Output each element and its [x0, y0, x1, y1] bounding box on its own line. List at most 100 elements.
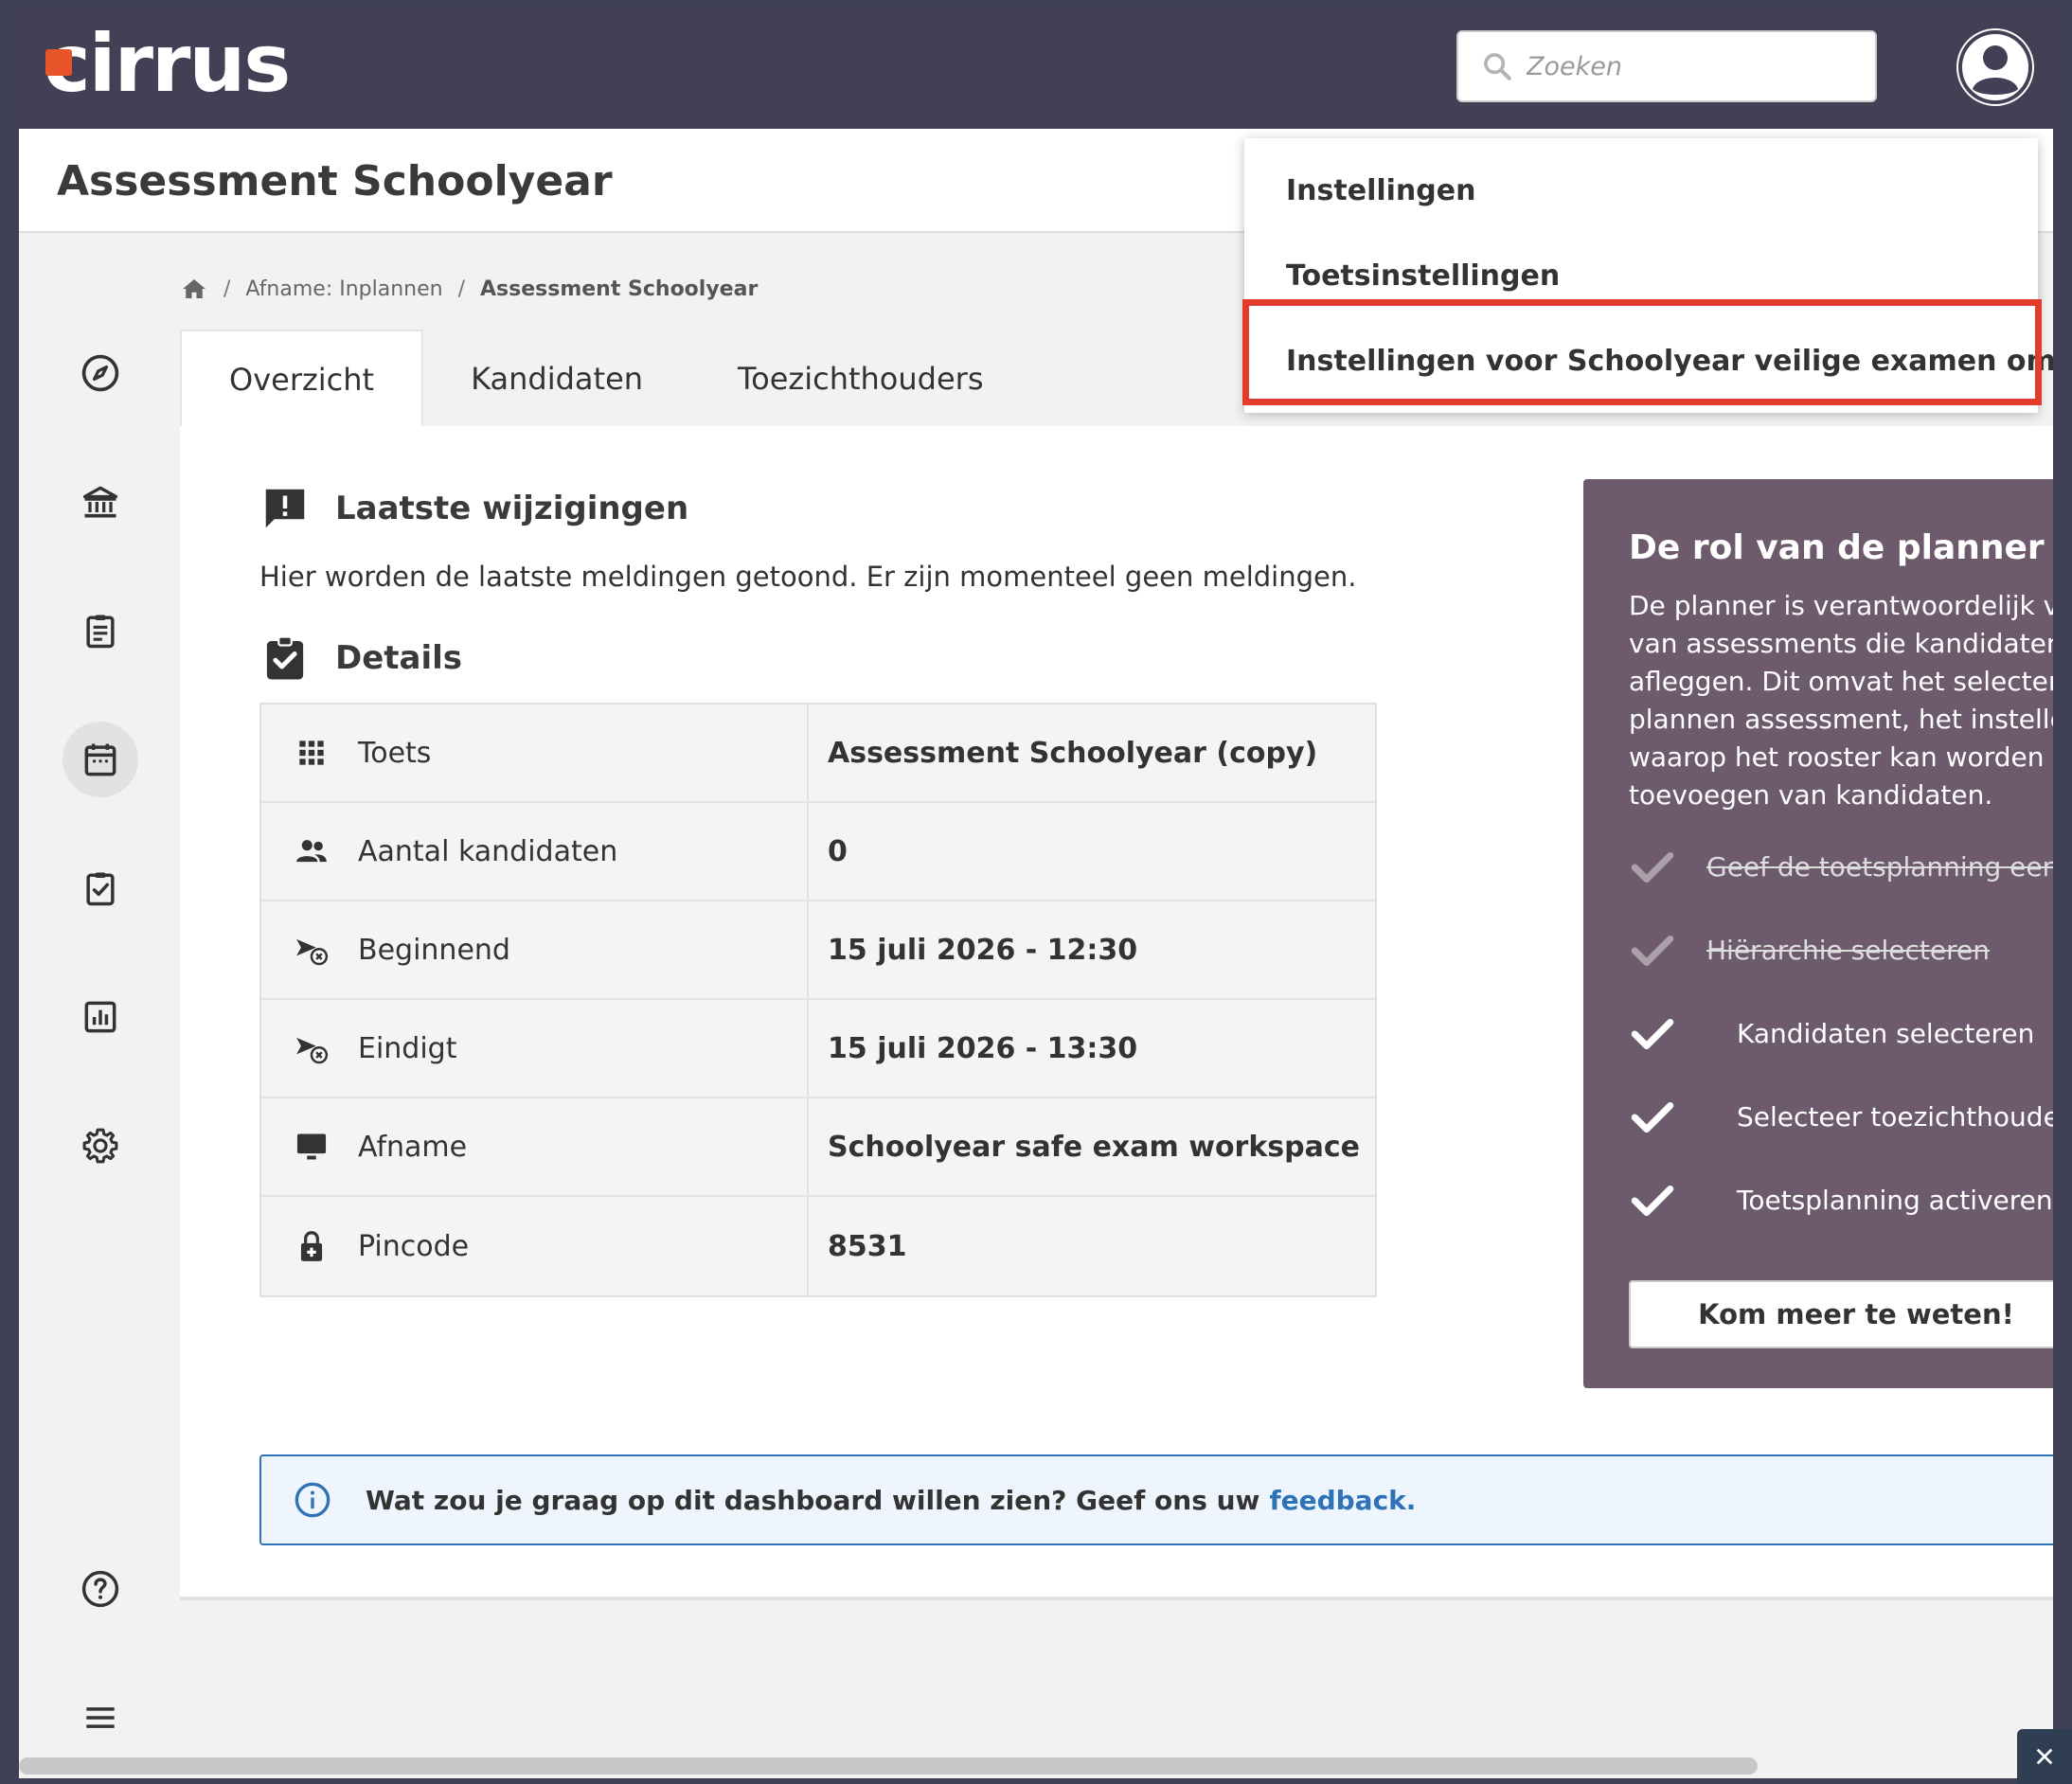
- notifications-text: Hier worden de laatste meldingen getoond…: [259, 561, 1357, 593]
- monitor-icon: [296, 1133, 327, 1160]
- clipboard-check-icon: [86, 872, 115, 906]
- check-icon: [1631, 1102, 1674, 1133]
- alert-message-icon: [265, 489, 305, 528]
- table-row: Aantal kandidaten 0: [261, 803, 1375, 901]
- planner-description-line: De planner is verantwoordelijk voor: [1629, 590, 2053, 621]
- search-box[interactable]: [1456, 30, 1877, 102]
- feedback-banner: Wat zou je graag op dit dashboard willen…: [259, 1454, 2053, 1545]
- sidebar-item-clipboard-list[interactable]: [63, 593, 138, 669]
- feedback-link[interactable]: feedback.: [1269, 1485, 1416, 1516]
- table-row: Beginnend 15 juli 2026 - 12:30: [261, 901, 1375, 1000]
- app-window: cirrus Assessment Schoolyear: [19, 8, 2053, 1778]
- lock-plus-icon: [300, 1231, 323, 1261]
- logo-checkmark-icon: [45, 49, 72, 76]
- top-bar: cirrus: [19, 8, 2053, 129]
- row-value: Assessment Schoolyear (copy): [809, 705, 1375, 801]
- flight-takeoff-cancel-icon: [296, 1037, 329, 1064]
- row-label-cell: Eindigt: [261, 1000, 809, 1097]
- breadcrumb-link-afname[interactable]: Afname: Inplannen: [245, 277, 442, 301]
- sidebar-item-settings[interactable]: [63, 1108, 138, 1184]
- planner-description-line: afleggen. Dit omvat het selecteren v: [1629, 666, 2053, 697]
- planner-step-label: Hiërarchie selecteren: [1706, 934, 1990, 966]
- gear-icon: [82, 1128, 118, 1164]
- home-icon[interactable]: [180, 275, 208, 303]
- sidebar-item-calendar[interactable]: [63, 722, 138, 797]
- notifications-title: Laatste wijzigingen: [335, 490, 689, 527]
- close-button[interactable]: [2017, 1729, 2072, 1784]
- compass-icon: [81, 354, 119, 392]
- settings-dropdown-menu: Instellingen Toetsinstellingen Instellin…: [1242, 138, 2053, 413]
- close-icon: [2036, 1748, 2053, 1765]
- row-label-cell: Afname: [261, 1098, 809, 1195]
- row-label-cell: Beginnend: [261, 901, 809, 998]
- hamburger-menu-icon: [86, 1707, 115, 1728]
- user-icon: [1958, 30, 2032, 104]
- grid-icon: [299, 740, 324, 765]
- sidebar-item-compass[interactable]: [63, 335, 138, 411]
- learn-more-button[interactable]: Kom meer te weten!: [1629, 1280, 2053, 1348]
- user-avatar[interactable]: [1956, 28, 2034, 106]
- row-value: 15 juli 2026 - 13:30: [809, 1000, 1375, 1097]
- search-input[interactable]: [1527, 51, 1867, 81]
- table-row: Afname Schoolyear safe exam workspace: [261, 1098, 1375, 1197]
- planner-description: De planner is verantwoordelijk voor van …: [1629, 587, 2053, 814]
- planner-step[interactable]: Toetsplanning activeren: [1629, 1176, 2053, 1223]
- sidebar-item-reports[interactable]: [63, 979, 138, 1055]
- row-value: 8531: [809, 1197, 1375, 1295]
- planner-description-line: waarop het rooster kan worden afg: [1629, 741, 2053, 773]
- row-value: 15 juli 2026 - 12:30: [809, 901, 1375, 998]
- planner-step-label: Selecteer toezichthouders (: [1737, 1100, 2053, 1133]
- menu-item-instellingen[interactable]: Instellingen: [1286, 174, 1475, 207]
- tab-overzicht[interactable]: Overzicht: [180, 330, 424, 428]
- sidebar: [19, 235, 180, 1769]
- row-label: Afname: [358, 1130, 468, 1164]
- breadcrumb-separator: /: [223, 277, 231, 301]
- planner-step-label: Kandidaten selecteren: [1737, 1017, 2035, 1049]
- table-row: Toets Assessment Schoolyear (copy): [261, 705, 1375, 803]
- planner-step-done[interactable]: Geef de toetsplanning een na: [1629, 843, 2053, 890]
- planner-step[interactable]: Selecteer toezichthouders (: [1629, 1093, 2053, 1140]
- row-label: Eindigt: [358, 1031, 457, 1065]
- row-value: 0: [809, 803, 1375, 900]
- row-label: Pincode: [358, 1229, 470, 1263]
- feedback-text: Wat zou je graag op dit dashboard willen…: [366, 1484, 1260, 1516]
- planner-step[interactable]: Kandidaten selecteren: [1629, 1009, 2034, 1057]
- help-button[interactable]: [63, 1551, 138, 1627]
- planner-step-label: Toetsplanning activeren: [1737, 1184, 2053, 1216]
- table-row: Pincode 8531: [261, 1197, 1375, 1295]
- check-icon: [1631, 936, 1674, 967]
- row-value: Schoolyear safe exam workspace: [809, 1098, 1375, 1195]
- planner-description-line: plannen assessment, het instellen v: [1629, 704, 2053, 735]
- info-icon: [295, 1482, 330, 1518]
- notifications-header: Laatste wijzigingen: [259, 483, 688, 534]
- help-icon: [81, 1570, 119, 1608]
- row-label: Toets: [358, 736, 432, 770]
- highlight-box: [1242, 299, 2042, 405]
- breadcrumb: / Afname: Inplannen / Assessment Schooly…: [180, 275, 758, 303]
- planner-description-line: toevoegen van kandidaten.: [1629, 779, 1993, 811]
- clipboard-list-icon: [86, 615, 115, 649]
- sidebar-item-clipboard-check[interactable]: [63, 850, 138, 926]
- row-label-cell: Aantal kandidaten: [261, 803, 809, 900]
- table-row: Eindigt 15 juli 2026 - 13:30: [261, 1000, 1375, 1098]
- sidebar-item-institution[interactable]: [63, 464, 138, 540]
- planner-title: De rol van de planner: [1629, 528, 2045, 567]
- row-label: Aantal kandidaten: [358, 834, 618, 868]
- check-icon: [1631, 1186, 1674, 1217]
- tab-toezichthouders[interactable]: Toezichthouders: [690, 330, 1030, 428]
- search-icon: [1484, 53, 1511, 80]
- logo-text: cirrus: [44, 17, 291, 110]
- bar-chart-icon: [84, 1001, 116, 1033]
- clipboard-check-filled-icon: [266, 635, 304, 680]
- details-table: Toets Assessment Schoolyear (copy) Aanta…: [259, 703, 1377, 1297]
- breadcrumb-current: Assessment Schoolyear: [480, 277, 759, 301]
- menu-button[interactable]: [63, 1680, 138, 1756]
- row-label-cell: Pincode: [261, 1197, 809, 1295]
- horizontal-scrollbar[interactable]: [19, 1757, 1758, 1775]
- row-label: Beginnend: [358, 933, 510, 967]
- menu-item-toetsinstellingen[interactable]: Toetsinstellingen: [1286, 259, 1560, 293]
- tab-kandidaten[interactable]: Kandidaten: [423, 330, 690, 428]
- planner-role-card: De rol van de planner De planner is vera…: [1583, 479, 2053, 1388]
- planner-step-done[interactable]: Hiërarchie selecteren: [1629, 926, 1990, 973]
- logo[interactable]: cirrus: [42, 17, 291, 110]
